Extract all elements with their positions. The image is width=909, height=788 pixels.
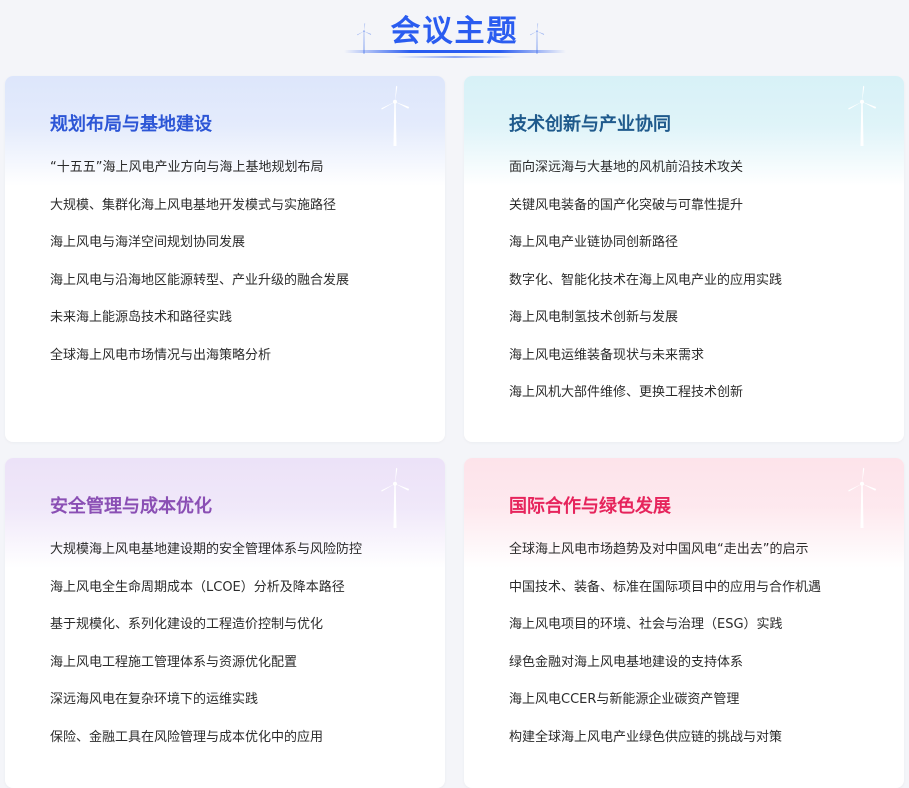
- card-title: 技术创新与产业协同: [509, 114, 671, 135]
- topic-card-safety: 安全管理与成本优化 大规模海上风电基地建设期的安全管理体系与风险防控 海上风电全…: [5, 458, 445, 788]
- list-item: 海上风机大部件维修、更换工程技术创新: [509, 385, 744, 400]
- topic-list: 大规模海上风电基地建设期的安全管理体系与风险防控 海上风电全生命周期成本（LCO…: [50, 540, 362, 765]
- wind-turbine-icon: [377, 84, 413, 146]
- list-item: 海上风电与沿海地区能源转型、产业升级的融合发展: [50, 272, 350, 288]
- title-underline: [344, 50, 566, 53]
- list-item: 海上风电全生命周期成本（LCOE）分析及降本路径: [50, 579, 345, 595]
- page-header: 会议主题: [0, 0, 909, 66]
- list-item: 未来海上能源岛技术和路径实践: [50, 310, 233, 325]
- list-item: 基于规模化、系列化建设的工程造价控制与优化: [50, 617, 324, 632]
- list-item: 大规模海上风电基地建设期的安全管理体系与风险防控: [50, 542, 363, 557]
- list-item: “十五五”海上风电产业方向与海上基地规划布局: [50, 160, 324, 175]
- wind-turbine-icon: [844, 466, 880, 528]
- list-item: 数字化、智能化技术在海上风电产业的应用实践: [509, 272, 783, 288]
- list-item: 全球海上风电市场情况与出海策略分析: [50, 347, 272, 363]
- list-item: 海上风电与海洋空间规划协同发展: [50, 235, 246, 250]
- list-item: 保险、金融工具在风险管理与成本优化中的应用: [50, 729, 324, 745]
- page-title: 会议主题: [390, 14, 519, 49]
- list-item: 深远海风电在复杂环境下的运维实践: [50, 692, 259, 707]
- title-underline-accent: [395, 56, 515, 58]
- list-item: 海上风电运维装备现状与未来需求: [509, 347, 705, 363]
- wind-turbine-icon: [377, 466, 413, 528]
- card-title: 规划布局与基地建设: [50, 114, 212, 135]
- list-item: 面向深远海与大基地的风机前沿技术攻关: [509, 160, 744, 175]
- topic-card-technology: 技术创新与产业协同 面向深远海与大基地的风机前沿技术攻关 关键风电装备的国产化突…: [464, 76, 904, 442]
- list-item: 中国技术、装备、标准在国际项目中的应用与合作机遇: [509, 579, 822, 595]
- list-item: 关键风电装备的国产化突破与可靠性提升: [509, 197, 744, 213]
- list-item: 绿色金融对海上风电基地建设的支持体系: [509, 654, 744, 670]
- list-item: 海上风电项目的环境、社会与治理（ESG）实践: [509, 617, 783, 632]
- card-title: 安全管理与成本优化: [50, 496, 212, 517]
- card-title: 国际合作与绿色发展: [509, 496, 671, 517]
- topic-list: 面向深远海与大基地的风机前沿技术攻关 关键风电装备的国产化突破与可靠性提升 海上…: [509, 158, 782, 421]
- topic-card-planning: 规划布局与基地建设 “十五五”海上风电产业方向与海上基地规划布局 大规模、集群化…: [5, 76, 445, 442]
- list-item: 海上风电CCER与新能源企业碳资产管理: [509, 692, 740, 707]
- list-item: 海上风电工程施工管理体系与资源优化配置: [50, 654, 298, 670]
- list-item: 大规模、集群化海上风电基地开发模式与实施路径: [50, 197, 337, 213]
- list-item: 海上风电制氢技术创新与发展: [509, 310, 679, 325]
- topic-card-international: 国际合作与绿色发展 全球海上风电市场趋势及对中国风电“走出去”的启示 中国技术、…: [464, 458, 904, 788]
- wind-turbine-icon: [844, 84, 880, 146]
- list-item: 构建全球海上风电产业绿色供应链的挑战与对策: [509, 729, 783, 745]
- topic-list: “十五五”海上风电产业方向与海上基地规划布局 大规模、集群化海上风电基地开发模式…: [50, 158, 349, 383]
- topic-list: 全球海上风电市场趋势及对中国风电“走出去”的启示 中国技术、装备、标准在国际项目…: [509, 540, 821, 765]
- list-item: 海上风电产业链协同创新路径: [509, 235, 679, 250]
- list-item: 全球海上风电市场趋势及对中国风电“走出去”的启示: [509, 542, 809, 557]
